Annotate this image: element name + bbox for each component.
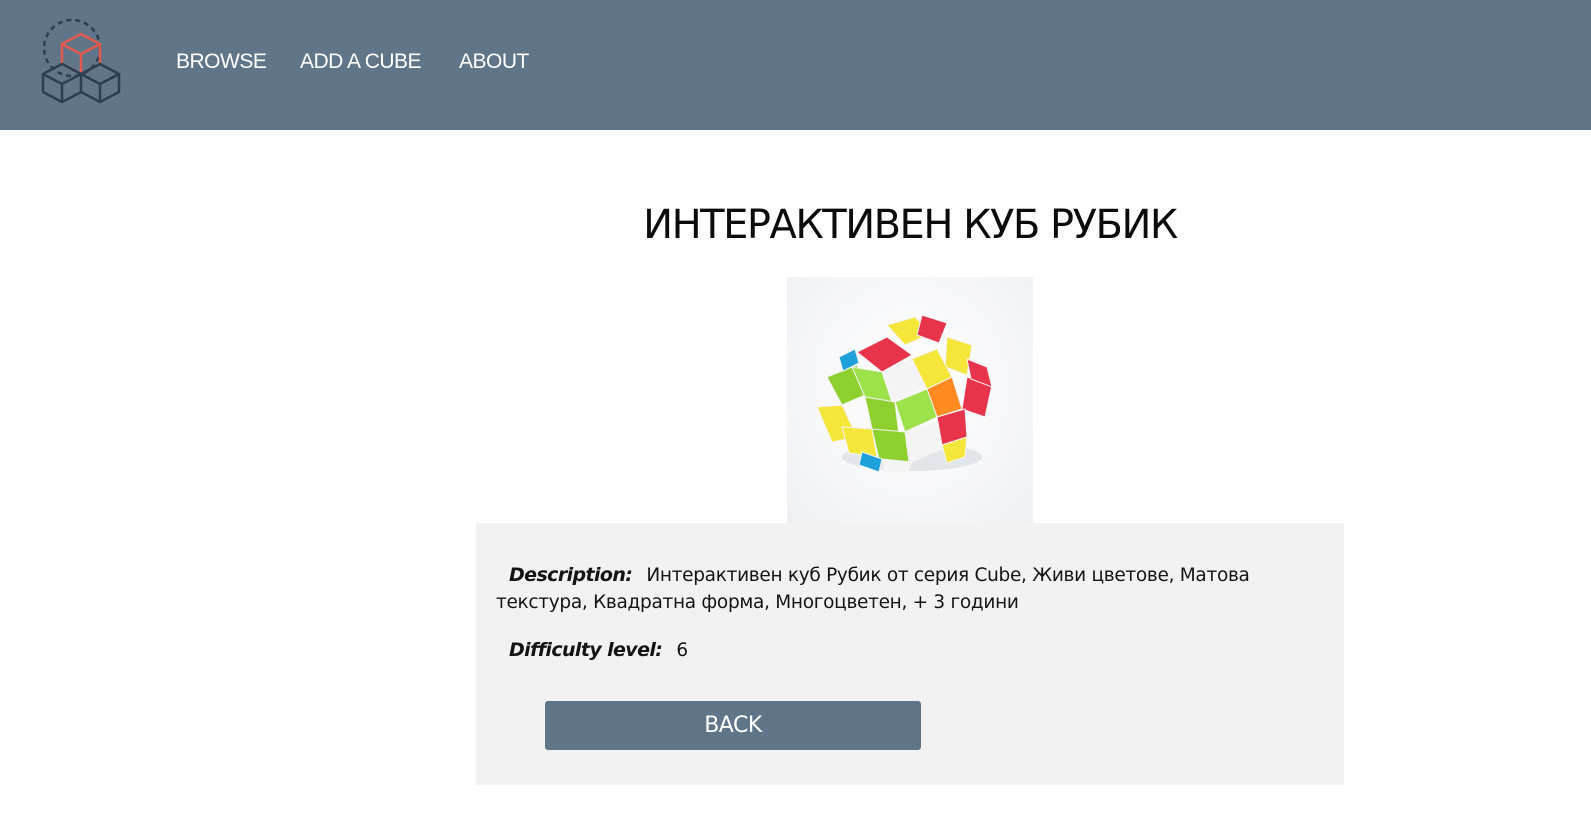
nav-about-link[interactable]: ABOUT <box>459 48 529 76</box>
cubes-logo-icon[interactable] <box>38 14 128 106</box>
rubiks-cube-photo <box>787 277 1033 523</box>
difficulty-row: Difficulty level: 6 <box>496 637 688 664</box>
difficulty-value: 6 <box>676 640 688 661</box>
description-label: Description: <box>509 564 633 586</box>
back-button[interactable]: BACK <box>545 701 921 750</box>
top-navigation-bar: BROWSE ADD A CUBE ABOUT <box>0 0 1591 130</box>
nav-browse-link[interactable]: BROWSE <box>176 48 267 76</box>
difficulty-label: Difficulty level: <box>509 639 663 661</box>
cube-details-panel: Description: Интерактивен куб Рубик от с… <box>476 523 1344 785</box>
nav-add-cube-link[interactable]: ADD A CUBE <box>300 48 422 76</box>
page-title: ИНТЕРАКТИВЕН КУБ РУБИК <box>643 202 1178 248</box>
description-row: Description: Интерактивен куб Рубик от с… <box>496 562 1296 616</box>
